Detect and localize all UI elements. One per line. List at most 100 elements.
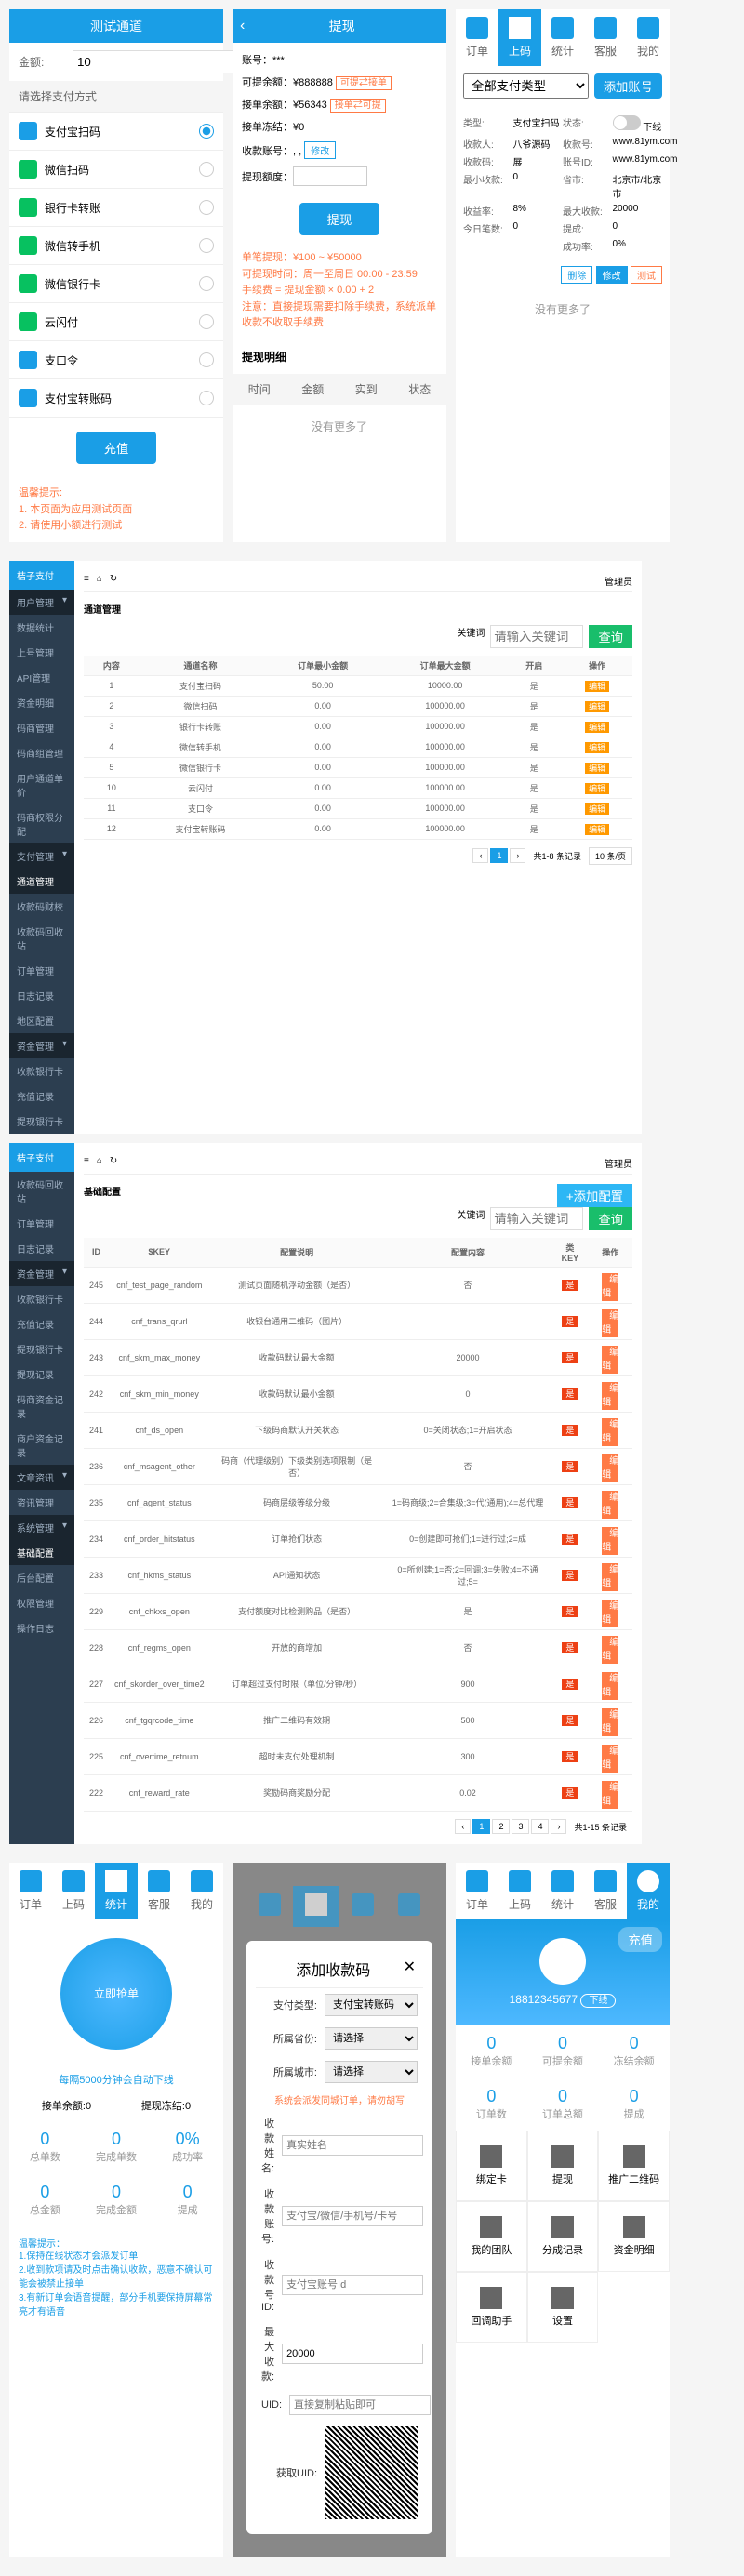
action-提现[interactable]: 提现 <box>527 2131 599 2201</box>
order-tag[interactable]: 接单⇄可提 <box>330 99 386 113</box>
sidebar-group[interactable]: 资金管理▾ <box>9 1261 74 1286</box>
sidebar-item[interactable]: 收款银行卡 <box>9 1058 74 1083</box>
edit-button[interactable]: 编辑 <box>602 1273 618 1301</box>
action-资金明细[interactable]: 资金明细 <box>598 2201 670 2272</box>
refresh-icon[interactable]: ↻ <box>110 1156 117 1170</box>
input-0[interactable] <box>282 2135 423 2156</box>
sidebar-item[interactable]: 基础配置 <box>9 1540 74 1565</box>
sidebar-group[interactable]: 资金管理▾ <box>9 1033 74 1058</box>
radio[interactable] <box>199 391 214 405</box>
menu-icon[interactable]: ≡ <box>84 574 89 588</box>
edit-button[interactable]: 编辑 <box>602 1418 618 1446</box>
radio[interactable] <box>199 314 214 329</box>
withdraw-amount-input[interactable] <box>293 166 367 186</box>
edit-button[interactable]: 编辑 <box>602 1491 618 1519</box>
action-我的团队[interactable]: 我的团队 <box>456 2201 527 2272</box>
sidebar-group[interactable]: 支付管理▾ <box>9 843 74 869</box>
input-2[interactable] <box>282 2275 423 2295</box>
sidebar-item[interactable]: 操作日志 <box>9 1615 74 1640</box>
sidebar-item[interactable]: 资讯管理 <box>9 1490 74 1515</box>
sidebar-item[interactable]: 地区配置 <box>9 1008 74 1033</box>
menu-icon[interactable]: ≡ <box>84 1156 89 1170</box>
sidebar-item[interactable]: 码商管理 <box>9 715 74 740</box>
radio[interactable] <box>199 238 214 253</box>
page-1[interactable]: 1 <box>490 848 508 863</box>
sidebar-item[interactable]: 通道管理 <box>9 869 74 894</box>
tab-0[interactable]: 订单 <box>456 1863 498 1919</box>
pay-option[interactable]: 银行卡转账 <box>9 189 223 227</box>
sidebar-item[interactable]: 用户通道单价 <box>9 765 74 804</box>
action-设置[interactable]: 设置 <box>527 2272 599 2343</box>
add-config-button[interactable]: +添加配置 <box>557 1184 632 1207</box>
edit-button[interactable]: 编辑 <box>602 1309 618 1337</box>
edit-button[interactable]: 编辑 <box>602 1563 618 1591</box>
sidebar-item[interactable]: 提现记录 <box>9 1361 74 1387</box>
sidebar-group[interactable]: 系统管理▾ <box>9 1515 74 1540</box>
tab-0[interactable]: 订单 <box>456 9 498 66</box>
grab-button[interactable]: 立即抢单 <box>60 1938 172 2050</box>
search-button[interactable]: 查询 <box>589 1207 632 1230</box>
edit-button[interactable]: 编辑 <box>602 1636 618 1664</box>
sidebar-item[interactable]: 码商资金记录 <box>9 1387 74 1426</box>
recharge-button[interactable]: 充值 <box>618 1927 662 1952</box>
search-button[interactable]: 查询 <box>589 625 632 648</box>
edit-button[interactable]: 编辑 <box>602 1708 618 1736</box>
sidebar-item[interactable]: API管理 <box>9 665 74 690</box>
withdraw-button[interactable]: 提现 <box>299 203 380 235</box>
home-icon[interactable]: ⌂ <box>97 1156 102 1170</box>
sidebar-group[interactable]: 用户管理▾ <box>9 590 74 615</box>
sidebar-item[interactable]: 日志记录 <box>9 983 74 1008</box>
tab-1[interactable]: 上码 <box>52 1863 95 1919</box>
tab-1[interactable]: 上码 <box>498 1863 541 1919</box>
sidebar-item[interactable]: 日志记录 <box>9 1236 74 1261</box>
action-回调助手[interactable]: 回调助手 <box>456 2272 527 2343</box>
tab-3[interactable]: 客服 <box>584 1863 627 1919</box>
radio[interactable] <box>199 276 214 291</box>
radio[interactable] <box>199 162 214 177</box>
sidebar-item[interactable]: 收款码回收站 <box>9 1172 74 1211</box>
select-2[interactable]: 请选择 <box>325 2061 418 2083</box>
amount-input[interactable] <box>73 50 246 73</box>
test-button[interactable]: 测试 <box>631 266 662 284</box>
tab-4[interactable]: 我的 <box>627 9 670 66</box>
refresh-icon[interactable]: ↻ <box>110 574 117 588</box>
keyword-input[interactable] <box>490 1207 583 1230</box>
edit-button[interactable]: 编辑 <box>602 1745 618 1773</box>
action-绑定卡[interactable]: 绑定卡 <box>456 2131 527 2201</box>
radio[interactable] <box>199 352 214 367</box>
edit-button[interactable]: 编辑 <box>602 1527 618 1555</box>
action-分成记录[interactable]: 分成记录 <box>527 2201 599 2272</box>
status-switch[interactable] <box>613 115 641 130</box>
tab-1[interactable]: 上码 <box>498 9 541 66</box>
radio[interactable] <box>199 200 214 215</box>
sidebar-item[interactable]: 订单管理 <box>9 1211 74 1236</box>
recharge-button[interactable]: 充值 <box>76 432 157 464</box>
sidebar-item[interactable]: 收款码回收站 <box>9 919 74 958</box>
sidebar-item[interactable]: 提现银行卡 <box>9 1109 74 1134</box>
admin-user[interactable]: 管理员 <box>604 574 632 588</box>
sidebar-item[interactable]: 收款码财校 <box>9 894 74 919</box>
input-4[interactable] <box>289 2395 431 2415</box>
delete-button[interactable]: 删除 <box>561 266 592 284</box>
sidebar-item[interactable]: 资金明细 <box>9 690 74 715</box>
home-icon[interactable]: ⌂ <box>97 574 102 588</box>
edit-button[interactable]: 编辑 <box>602 1672 618 1700</box>
sidebar-item[interactable]: 权限管理 <box>9 1590 74 1615</box>
select-0[interactable]: 支付宝转账码 <box>325 1994 418 2016</box>
modify-button[interactable]: 修改 <box>596 266 628 284</box>
pay-option[interactable]: 微信银行卡 <box>9 265 223 303</box>
sidebar-item[interactable]: 后台配置 <box>9 1565 74 1590</box>
radio[interactable] <box>199 124 214 139</box>
sidebar-item[interactable]: 码商权限分配 <box>9 804 74 843</box>
sidebar-item[interactable]: 收款银行卡 <box>9 1286 74 1311</box>
sidebar-item[interactable]: 充值记录 <box>9 1311 74 1336</box>
sidebar-item[interactable]: 上号管理 <box>9 640 74 665</box>
pay-type-select[interactable]: 全部支付类型 <box>463 73 589 99</box>
pay-option[interactable]: 云闪付 <box>9 303 223 341</box>
select-1[interactable]: 请选择 <box>325 2027 418 2050</box>
edit-button[interactable]: 编辑 <box>602 1781 618 1809</box>
edit-button[interactable]: 编辑 <box>602 1600 618 1627</box>
sidebar-group[interactable]: 文章资讯▾ <box>9 1465 74 1490</box>
sidebar-item[interactable]: 订单管理 <box>9 958 74 983</box>
sidebar-item[interactable]: 提现银行卡 <box>9 1336 74 1361</box>
